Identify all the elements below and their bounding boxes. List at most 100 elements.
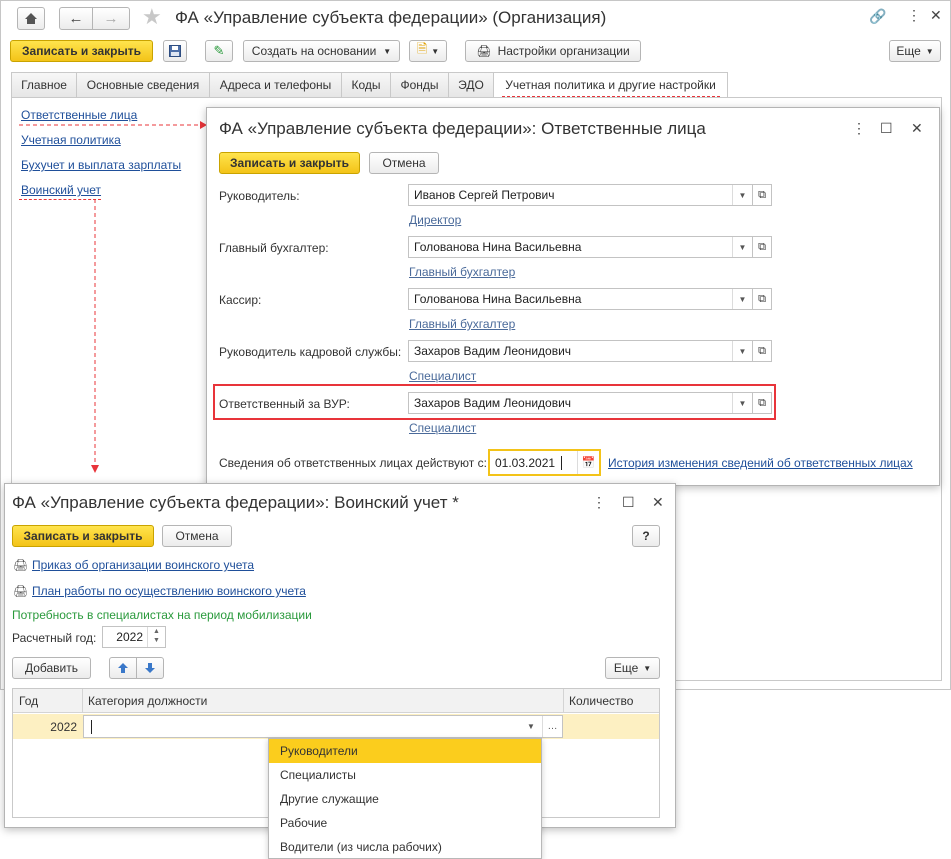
- vur-responsible-field[interactable]: Захаров Вадим Леонидович ▼: [408, 392, 753, 414]
- chevron-down-icon[interactable]: ▼: [732, 393, 752, 413]
- head-position-link[interactable]: Директор: [409, 213, 461, 227]
- calendar-icon[interactable]: 📅: [577, 451, 599, 474]
- chevron-down-icon[interactable]: ▼: [522, 716, 540, 737]
- dropdown-item-workers[interactable]: Рабочие: [269, 811, 541, 835]
- arrow-left-icon: ←: [68, 10, 84, 27]
- category-edit-field[interactable]: ▼ …: [83, 715, 563, 738]
- post-button[interactable]: ✎: [205, 40, 233, 62]
- chevron-down-icon: ▼: [383, 46, 392, 56]
- home-button[interactable]: [17, 7, 45, 30]
- responsible-save-close-button[interactable]: Записать и закрыть: [219, 152, 360, 174]
- cashier-position-link[interactable]: Главный бухгалтер: [409, 317, 515, 331]
- arrow-down-icon: [145, 663, 155, 673]
- side-link-payroll[interactable]: Бухучет и выплата зарплаты: [21, 158, 181, 172]
- back-button[interactable]: ←: [59, 7, 93, 30]
- move-up-button[interactable]: [109, 657, 137, 679]
- chevron-down-icon[interactable]: ▼: [732, 341, 752, 361]
- field-label-vur: Ответственный за ВУР:: [219, 397, 350, 411]
- save-close-button[interactable]: Записать и закрыть: [10, 40, 153, 62]
- chief-accountant-field[interactable]: Голованова Нина Васильевна ▼: [408, 236, 753, 258]
- cashier-field[interactable]: Голованова Нина Васильевна ▼: [408, 288, 753, 310]
- order-print-link[interactable]: Приказ об организации воинского учета: [32, 558, 254, 572]
- close-icon[interactable]: ✕: [930, 7, 942, 24]
- tab-funds[interactable]: Фонды: [390, 72, 449, 98]
- close-icon[interactable]: ✕: [911, 120, 923, 137]
- printer-icon: 🖨: [13, 584, 29, 598]
- hr-head-position-link[interactable]: Специалист: [409, 369, 476, 383]
- printer-icon: 🖨: [476, 44, 492, 58]
- military-more-button[interactable]: Еще ▼: [605, 657, 660, 679]
- effective-date-field[interactable]: 01.03.2021 📅: [488, 449, 601, 476]
- hr-head-field[interactable]: Захаров Вадим Леонидович ▼: [408, 340, 753, 362]
- year-input[interactable]: 2022 ▲ ▼: [102, 626, 166, 648]
- open-copy-icon[interactable]: ⧉: [752, 288, 772, 310]
- tab-accounting-policy[interactable]: Учетная политика и другие настройки: [493, 72, 728, 98]
- side-link-military[interactable]: Воинский учет: [21, 183, 101, 197]
- responsible-cancel-button[interactable]: Отмена: [369, 152, 439, 174]
- menu-dots-icon[interactable]: ⋮: [852, 120, 866, 137]
- chevron-down-icon: ▼: [925, 46, 934, 56]
- forward-button[interactable]: →: [92, 7, 130, 30]
- open-copy-icon[interactable]: ⧉: [752, 236, 772, 258]
- chief-accountant-position-link[interactable]: Главный бухгалтер: [409, 265, 515, 279]
- dropdown-item-specialists[interactable]: Специалисты: [269, 763, 541, 787]
- plan-print-link[interactable]: План работы по осуществлению воинского у…: [32, 584, 306, 598]
- menu-dots-icon[interactable]: ⋮: [592, 494, 606, 511]
- military-cancel-button[interactable]: Отмена: [162, 525, 232, 547]
- section-title: Потребность в специалистах на период моб…: [12, 608, 312, 622]
- open-copy-icon[interactable]: ⧉: [752, 184, 772, 206]
- column-header-year[interactable]: Год: [19, 694, 38, 708]
- dropdown-item-other-employees[interactable]: Другие служащие: [269, 787, 541, 811]
- column-header-quantity[interactable]: Количество: [569, 694, 633, 708]
- post-doc-icon: ✎: [213, 43, 225, 58]
- responsible-window-title: ФА «Управление субъекта федерации»: Отве…: [219, 119, 706, 138]
- category-dropdown: Руководители Специалисты Другие служащие…: [268, 738, 542, 859]
- dropdown-item-drivers[interactable]: Водители (из числа рабочих): [269, 835, 541, 859]
- arrow-right-icon: →: [103, 10, 119, 27]
- create-based-button[interactable]: Создать на основании ▼: [243, 40, 400, 62]
- stepper-icon[interactable]: ▲ ▼: [147, 627, 165, 647]
- chevron-down-icon[interactable]: ▼: [732, 289, 752, 309]
- row-year-cell[interactable]: 2022: [13, 714, 82, 739]
- org-settings-button[interactable]: 🖨 Настройки организации: [465, 40, 641, 62]
- favorite-star-icon[interactable]: ★: [142, 4, 162, 30]
- vur-position-link[interactable]: Специалист: [409, 421, 476, 435]
- tab-basic-info[interactable]: Основные сведения: [76, 72, 210, 98]
- menu-dots-icon[interactable]: ⋮: [907, 7, 921, 24]
- tab-edo[interactable]: ЭДО: [448, 72, 494, 98]
- military-save-close-button[interactable]: Записать и закрыть: [12, 525, 154, 547]
- close-icon[interactable]: ✕: [652, 494, 664, 511]
- open-copy-icon[interactable]: ⧉: [752, 340, 772, 362]
- head-field[interactable]: Иванов Сергей Петрович ▼: [408, 184, 753, 206]
- text-cursor: [91, 719, 92, 734]
- open-copy-icon[interactable]: ⧉: [752, 392, 772, 414]
- text-cursor: [561, 455, 563, 470]
- chevron-down-icon[interactable]: ▼: [732, 185, 752, 205]
- tab-codes[interactable]: Коды: [341, 72, 391, 98]
- maximize-icon[interactable]: ☐: [622, 494, 635, 511]
- ellipsis-icon[interactable]: …: [542, 716, 562, 737]
- field-label-cashier: Кассир:: [219, 293, 262, 307]
- tab-main[interactable]: Главное: [11, 72, 77, 98]
- help-button[interactable]: ?: [632, 525, 660, 547]
- add-button[interactable]: Добавить: [12, 657, 91, 679]
- printer-icon: 🖨: [13, 558, 29, 572]
- link-icon[interactable]: 🔗: [869, 8, 886, 25]
- side-link-accounting-policy[interactable]: Учетная политика: [21, 133, 121, 147]
- column-header-category[interactable]: Категория должности: [88, 694, 207, 708]
- military-window-title: ФА «Управление субъекта федерации»: Воин…: [12, 493, 459, 512]
- more-button[interactable]: Еще ▼: [889, 40, 941, 62]
- main-window-title: ФА «Управление субъекта федерации» (Орга…: [175, 8, 607, 27]
- attach-button[interactable]: 🗎 ▼: [409, 40, 447, 62]
- chevron-down-icon[interactable]: ▼: [732, 237, 752, 257]
- history-link[interactable]: История изменения сведений об ответствен…: [608, 456, 913, 470]
- field-label-hr-head: Руководитель кадровой службы:: [219, 345, 402, 359]
- column-divider: [82, 689, 83, 713]
- side-link-responsible[interactable]: Ответственные лица: [21, 108, 137, 122]
- dropdown-item-managers[interactable]: Руководители: [269, 739, 541, 763]
- save-button[interactable]: [163, 40, 187, 62]
- column-divider: [563, 689, 564, 713]
- move-down-button[interactable]: [136, 657, 164, 679]
- tab-addresses[interactable]: Адреса и телефоны: [209, 72, 342, 98]
- maximize-icon[interactable]: ☐: [880, 120, 893, 137]
